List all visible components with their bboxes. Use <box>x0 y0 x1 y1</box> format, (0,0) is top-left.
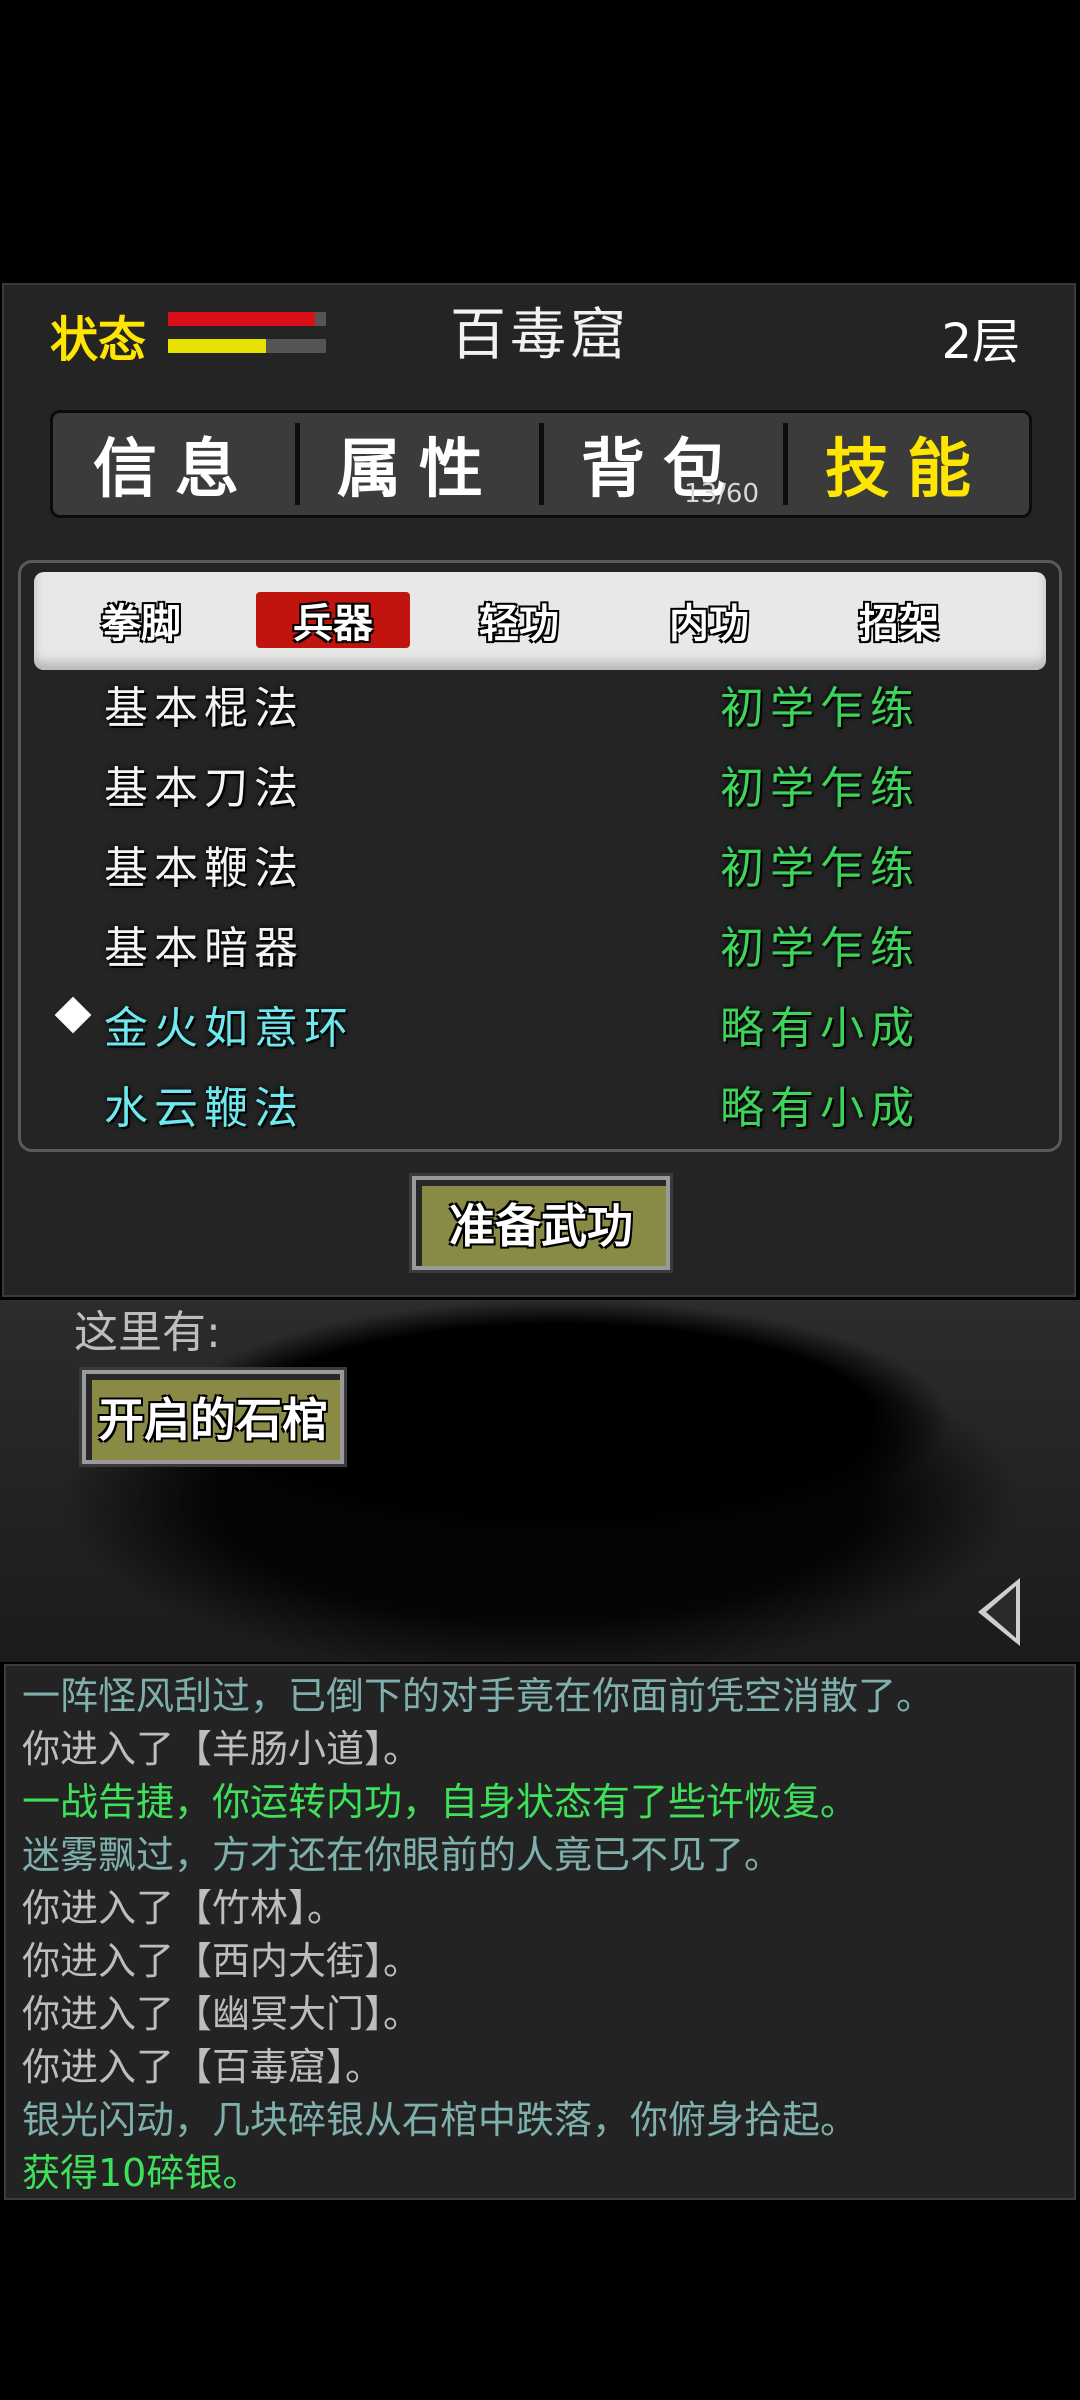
skill-name: 基本鞭法 <box>104 843 304 894</box>
inventory-count: 13/60 <box>684 479 759 509</box>
log-line: 你进入了【羊肠小道】。 <box>22 1727 422 1771</box>
tab-skills[interactable]: 技能 <box>783 413 1029 515</box>
message-log: 一阵怪风刮过，已倒下的对手竟在你面前凭空消散了。 你进入了【羊肠小道】。 一战告… <box>4 1664 1076 2200</box>
log-line: 获得10碎银。 <box>22 2151 261 2195</box>
tab-info-label: 信息 <box>93 433 257 507</box>
tab-skills-label: 技能 <box>825 433 989 507</box>
skill-row[interactable]: 金火如意环 略有小成 <box>0 992 1080 1072</box>
log-line: 一阵怪风刮过，已倒下的对手竟在你面前凭空消散了。 <box>22 1674 935 1718</box>
tab-attributes[interactable]: 属性 <box>295 413 541 515</box>
tab-attributes-label: 属性 <box>337 433 501 507</box>
status-label[interactable]: 状态 <box>50 300 146 370</box>
log-line: 银光闪动，几块碎银从石棺中跌落，你俯身拾起。 <box>22 2098 859 2142</box>
skill-name: 金火如意环 <box>104 1003 354 1054</box>
location-title: 百毒窟 <box>450 303 630 368</box>
subtab-fist[interactable]: 拳脚 <box>64 592 218 648</box>
skill-category-tabs: 拳脚 兵器 轻功 内功 招架 <box>34 572 1046 670</box>
skill-row[interactable]: 基本刀法 初学乍练 <box>0 752 1080 832</box>
log-line: 你进入了【百毒窟】。 <box>22 2045 384 2089</box>
skill-row[interactable]: 基本棍法 初学乍练 <box>0 672 1080 752</box>
log-line: 你进入了【西内大街】。 <box>22 1939 422 1983</box>
selected-diamond-icon <box>54 996 92 1034</box>
skill-row[interactable]: 基本鞭法 初学乍练 <box>0 832 1080 912</box>
log-line: 一战告捷，你运转内功，自身状态有了些许恢复。 <box>22 1780 859 1824</box>
log-line: 迷雾飘过，方才还在你眼前的人竟已不见了。 <box>22 1833 783 1877</box>
tab-inventory[interactable]: 背包 13/60 <box>539 413 785 515</box>
log-line: 你进入了【竹林】。 <box>22 1886 346 1930</box>
skill-level: 初学乍练 <box>720 843 920 894</box>
subtab-weapon[interactable]: 兵器 <box>256 592 410 648</box>
prepare-skill-button[interactable]: 准备武功 <box>409 1173 673 1273</box>
skill-name: 基本棍法 <box>104 683 304 734</box>
skill-level: 初学乍练 <box>720 763 920 814</box>
skill-row[interactable]: 基本暗器 初学乍练 <box>0 912 1080 992</box>
subtab-internal[interactable]: 内功 <box>632 592 786 648</box>
skill-level: 略有小成 <box>720 1003 920 1054</box>
skill-name: 基本刀法 <box>104 763 304 814</box>
skill-name: 基本暗器 <box>104 923 304 974</box>
skill-level: 初学乍练 <box>720 923 920 974</box>
here-label: 这里有: <box>74 1307 221 1358</box>
log-line: 你进入了【幽冥大门】。 <box>22 1992 422 2036</box>
main-tab-bar: 信息 属性 背包 13/60 技能 <box>50 410 1032 518</box>
subtab-lightness[interactable]: 轻功 <box>442 592 596 648</box>
back-arrow-icon[interactable] <box>978 1578 1020 1646</box>
scene-object-button[interactable]: 开启的石棺 <box>79 1367 347 1467</box>
health-bar-fill <box>168 312 315 326</box>
skill-level: 略有小成 <box>720 1083 920 1134</box>
subtab-parry[interactable]: 招架 <box>822 592 976 648</box>
skill-row[interactable]: 水云鞭法 略有小成 <box>0 1072 1080 1152</box>
floor-label: 2层 <box>941 314 1020 370</box>
tab-info[interactable]: 信息 <box>53 413 297 515</box>
skill-name: 水云鞭法 <box>104 1083 304 1134</box>
stamina-bar-fill <box>168 339 266 353</box>
skill-level: 初学乍练 <box>720 683 920 734</box>
